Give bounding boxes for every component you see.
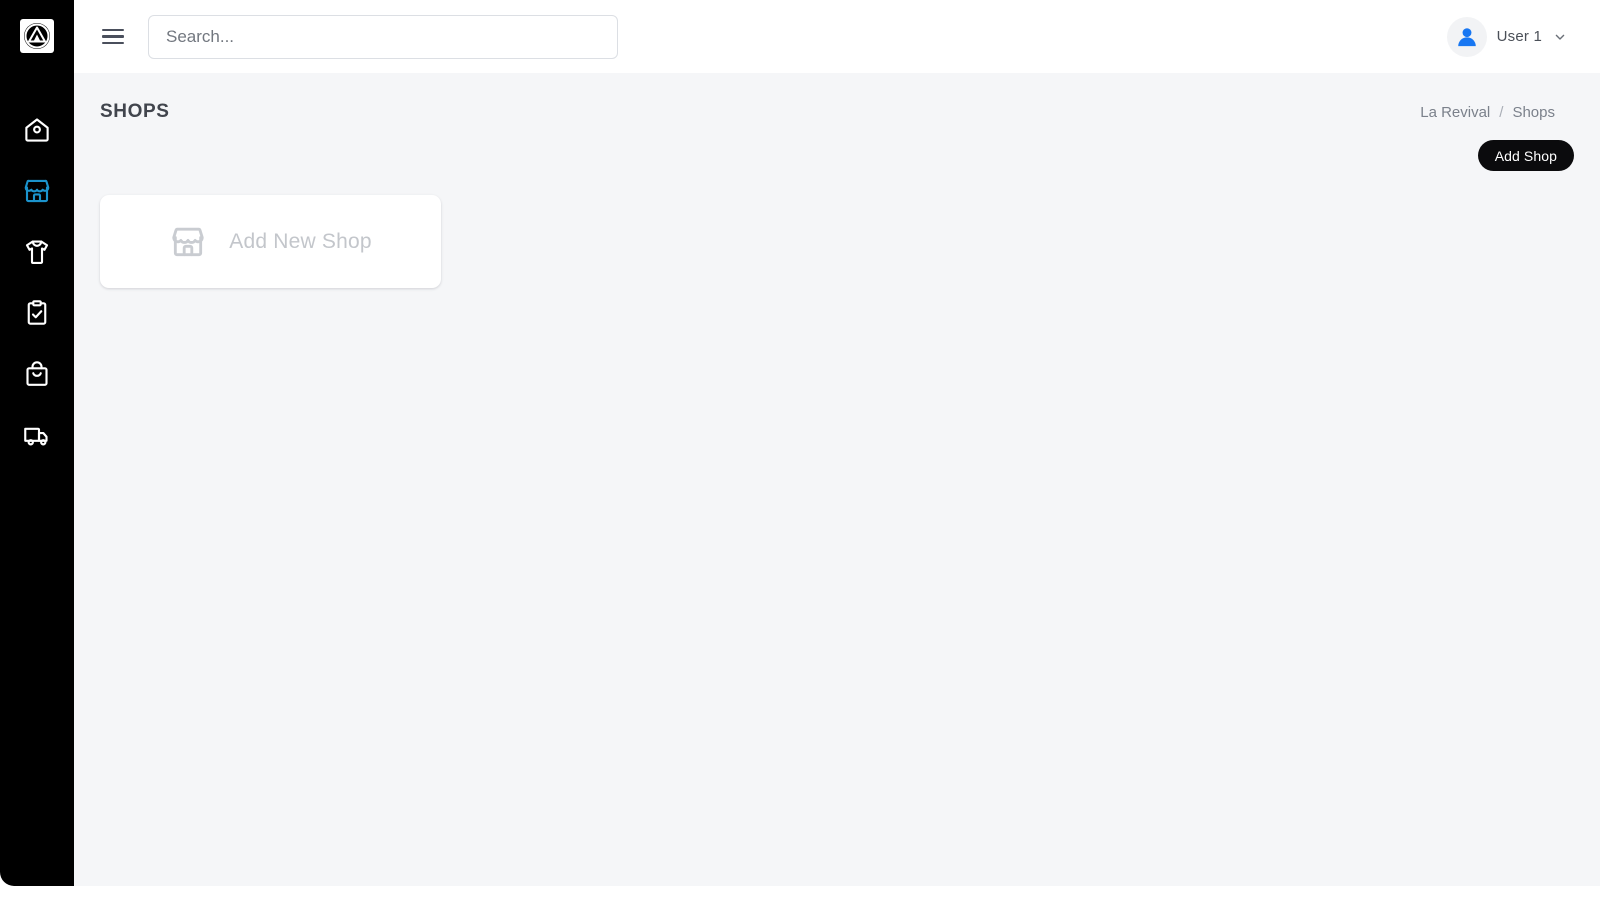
breadcrumb-root[interactable]: La Revival: [1420, 104, 1490, 121]
shopping-bag-icon: [26, 360, 48, 386]
hamburger-bar: [102, 41, 124, 45]
store-icon: [172, 227, 204, 256]
add-new-shop-card[interactable]: Add New Shop: [100, 195, 441, 288]
app-root: User 1 SHOPS La Revival / Shops Add Shop: [0, 0, 1600, 900]
chevron-down-icon[interactable]: [1554, 31, 1566, 43]
store-icon: [24, 179, 50, 202]
sidebar-nav: [0, 99, 74, 465]
triangle-in-circle-logo-icon: [20, 19, 54, 53]
truck-icon: [24, 427, 48, 445]
clipboard-check-icon: [27, 299, 47, 325]
sidebar-item-bag[interactable]: [0, 343, 74, 404]
page-head: SHOPS La Revival / Shops: [74, 73, 1600, 123]
add-new-shop-label: Add New Shop: [229, 229, 372, 253]
sidebar-item-shipping[interactable]: [0, 404, 74, 465]
sidebar-item-home[interactable]: [0, 99, 74, 160]
user-name: User 1: [1496, 28, 1542, 45]
add-shop-button[interactable]: Add Shop: [1477, 140, 1574, 171]
shop-card-grid: Add New Shop: [74, 171, 1600, 288]
sidebar-item-products[interactable]: [0, 221, 74, 282]
page-title: SHOPS: [100, 101, 170, 122]
home-icon: [25, 117, 49, 142]
top-header: User 1: [74, 0, 1600, 73]
sidebar-item-orders[interactable]: [0, 282, 74, 343]
breadcrumb: La Revival / Shops: [1420, 104, 1555, 121]
user-avatar-icon: [1457, 27, 1476, 46]
sidebar: [0, 0, 74, 886]
hamburger-bar: [102, 35, 124, 38]
breadcrumb-separator: /: [1499, 103, 1504, 121]
sidebar-item-shops[interactable]: [0, 160, 74, 221]
user-menu[interactable]: User 1: [1446, 16, 1568, 57]
breadcrumb-current: Shops: [1512, 103, 1555, 121]
content-area: SHOPS La Revival / Shops Add Shop Add Ne…: [74, 73, 1600, 886]
action-row: Add Shop: [74, 123, 1600, 171]
hamburger-icon[interactable]: [102, 25, 126, 49]
app-logo[interactable]: [17, 16, 57, 56]
tshirt-icon: [25, 239, 49, 264]
avatar: [1446, 16, 1487, 57]
hamburger-bar: [102, 28, 124, 32]
search-input[interactable]: [148, 14, 618, 59]
